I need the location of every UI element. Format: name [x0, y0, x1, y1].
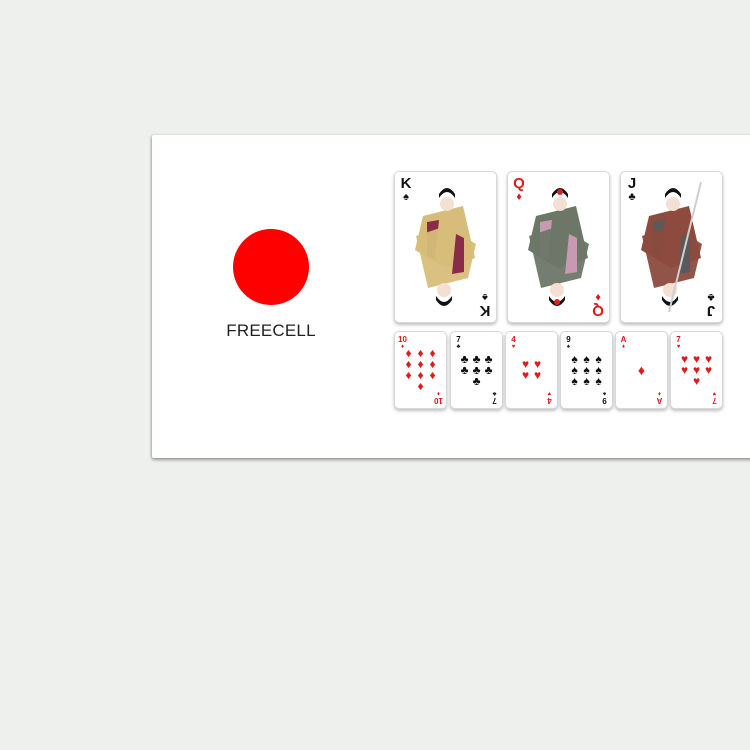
- card-rank: K: [400, 175, 412, 192]
- card-suit-icon: ♠: [482, 291, 488, 303]
- suit-pip-icon: ♣: [460, 362, 469, 377]
- card-rank: 10: [434, 396, 443, 405]
- card-suit-icon: ♦: [400, 344, 405, 350]
- face-card-k[interactable]: K ♠ K ♠: [394, 171, 497, 323]
- card-rank: 7: [676, 335, 681, 344]
- court-figure-illustration: [528, 188, 589, 306]
- suit-pip-icon: ♠: [595, 373, 602, 388]
- face-card-j[interactable]: J ♣ J ♣: [620, 171, 723, 323]
- card-rank: 7: [492, 396, 497, 405]
- freecell-logo-dot: [233, 229, 309, 305]
- card-corner-index: K ♠: [398, 176, 414, 203]
- pip-card-7[interactable]: ♣ ♣ ♣ ♣ ♣ ♣ ♣ 7 ♣ 7 ♣: [450, 331, 503, 409]
- suit-pip-icon: ♥: [521, 368, 530, 382]
- card-suit-icon: ♠: [403, 191, 409, 203]
- card-corner-index: A ♦: [655, 390, 664, 405]
- suit-pip-icon: ♠: [583, 373, 590, 388]
- card-corner-index: K ♠: [477, 291, 493, 319]
- face-card-q[interactable]: Q ♦ Q ♦: [507, 171, 610, 323]
- suit-pip-icon: ♥: [692, 373, 701, 388]
- card-suit-icon: ♥: [676, 344, 681, 350]
- card-suit-icon: ♦: [621, 344, 626, 350]
- card-rank: 4: [547, 396, 552, 405]
- suit-pip-icon: ♦: [429, 368, 436, 382]
- pip-card-a[interactable]: ♦ A ♦ A ♦: [615, 331, 668, 409]
- suit-pip-icon: ♥: [533, 368, 542, 382]
- card-rank: 10: [398, 335, 407, 344]
- card-suit-icon: ♦: [516, 191, 522, 203]
- card-corner-index: 4 ♥: [509, 335, 518, 351]
- suit-pip-icon: ♥: [704, 362, 713, 377]
- card-rank: J: [706, 302, 716, 319]
- card-corner-index: 10 ♦: [398, 335, 407, 351]
- suit-pip-icon: ♣: [472, 373, 481, 388]
- suit-pip-icon: ♠: [571, 373, 578, 388]
- card-suit-icon: ♠: [566, 344, 571, 350]
- pip-card-9[interactable]: ♠ ♠ ♠ ♠ ♠ ♠ ♠ ♠ ♠ 9 ♠ 9 ♠: [560, 331, 613, 409]
- card-rank: A: [620, 335, 627, 344]
- card-corner-index: 10 ♦: [434, 390, 443, 405]
- card-rank: J: [627, 175, 637, 192]
- card-corner-index: A ♦: [619, 335, 628, 351]
- suit-pip-icon: ♦: [417, 379, 424, 393]
- card-suit-icon: ♦: [595, 291, 601, 303]
- court-figure-illustration: [641, 181, 702, 313]
- card-corner-index: Q ♦: [511, 176, 527, 203]
- card-corner-index: 7 ♣: [490, 390, 499, 405]
- card-rank: Q: [592, 302, 604, 319]
- freecell-logo-text: FREECELL: [226, 321, 316, 340]
- card-corner-index: 9 ♠: [600, 390, 609, 405]
- pip-card-4[interactable]: ♥ ♥ ♥ ♥ 4 ♥ 4 ♥: [505, 331, 558, 409]
- card-corner-index: Q ♦: [590, 291, 606, 319]
- card-corner-index: J ♣: [624, 176, 640, 203]
- card-rank: 4: [511, 335, 516, 344]
- card-suit-icon: ♥: [511, 344, 516, 350]
- card-suit-icon: ♣: [456, 344, 461, 350]
- suit-pip-icon: ♦: [405, 368, 412, 382]
- card-corner-index: J ♣: [703, 291, 719, 319]
- card-rank: 9: [602, 396, 607, 405]
- card-corner-index: 7 ♥: [674, 335, 683, 351]
- suit-pip-icon: ♦: [637, 361, 646, 378]
- card-pip-grid: ♥ ♥ ♥ ♥: [520, 342, 544, 398]
- card-rank: 9: [566, 335, 571, 344]
- card-pip-grid: ♦: [630, 342, 654, 398]
- card-suit-icon: ♣: [628, 191, 636, 203]
- card-rank: 7: [712, 396, 717, 405]
- promo-banner: FREECELL K ♠ K ♠ Q ♦ Q ♦ J ♣ J ♣ ♦ ♦ ♦ ♦ ♦ ♦ ♦ ♦ ♦ ♦ 10 ♦ 10 ♦ ♣ ♣…: [152, 135, 750, 458]
- card-corner-index: 9 ♠: [564, 335, 573, 351]
- pip-card-10[interactable]: ♦ ♦ ♦ ♦ ♦ ♦ ♦ ♦ ♦ ♦ 10 ♦ 10 ♦: [394, 331, 447, 409]
- card-rank: A: [656, 396, 663, 405]
- card-suit-icon: ♣: [707, 291, 715, 303]
- card-rank: Q: [513, 175, 525, 192]
- card-rank: 7: [456, 335, 461, 344]
- pip-card-7[interactable]: ♥ ♥ ♥ ♥ ♥ ♥ ♥ 7 ♥ 7 ♥: [670, 331, 723, 409]
- card-rank: K: [479, 302, 491, 319]
- court-figure-illustration: [415, 188, 476, 306]
- suit-pip-icon: ♥: [680, 362, 689, 377]
- suit-pip-icon: ♣: [484, 362, 493, 377]
- card-corner-index: 7 ♣: [454, 335, 463, 351]
- card-corner-index: 4 ♥: [545, 390, 554, 405]
- card-corner-index: 7 ♥: [710, 390, 719, 405]
